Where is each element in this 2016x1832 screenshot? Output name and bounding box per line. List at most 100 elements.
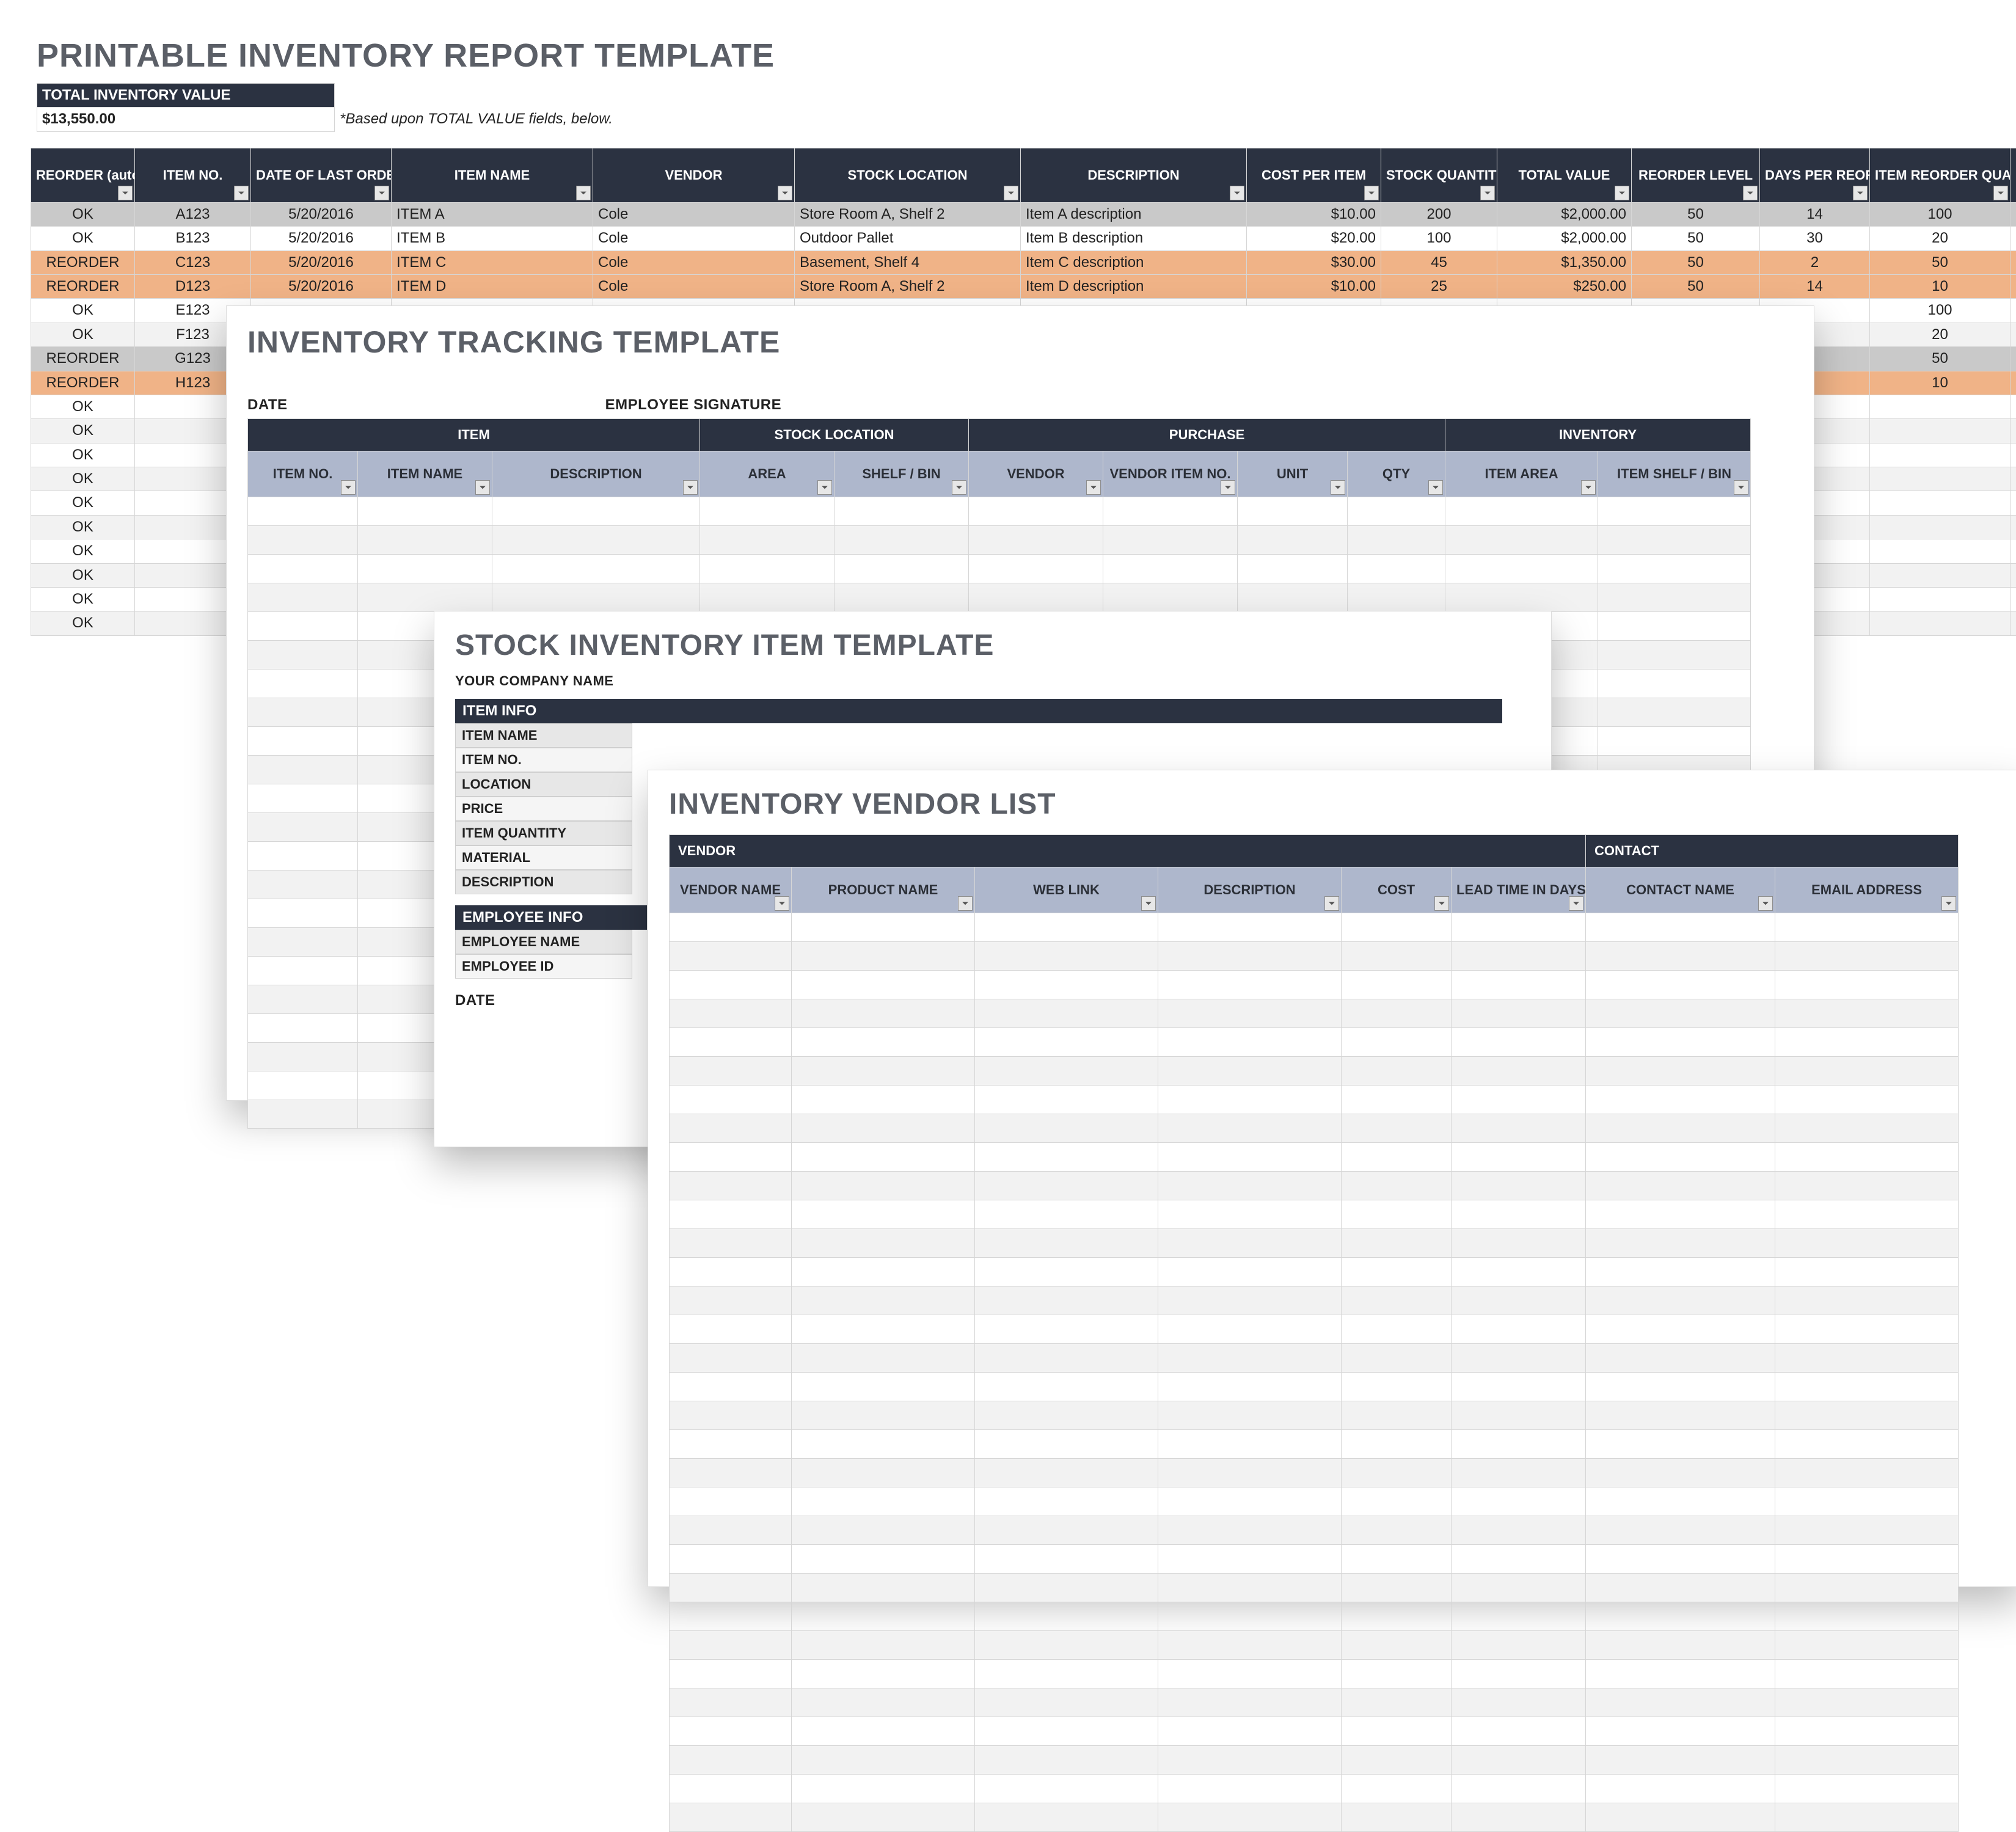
filter-dropdown-icon[interactable]	[475, 480, 490, 495]
table-row[interactable]	[670, 1401, 1959, 1430]
filter-dropdown-icon[interactable]	[1428, 480, 1443, 495]
filter-dropdown-icon[interactable]	[1569, 896, 1583, 911]
filter-dropdown-icon[interactable]	[1581, 480, 1596, 495]
table-row[interactable]	[670, 1459, 1959, 1487]
table-row[interactable]	[670, 1574, 1959, 1602]
filter-dropdown-icon[interactable]	[952, 480, 966, 495]
filter-dropdown-icon[interactable]	[683, 480, 698, 495]
filter-dropdown-icon[interactable]	[1230, 186, 1244, 200]
report-col-11[interactable]: DAYS PER REORDER	[1760, 148, 1870, 202]
filter-dropdown-icon[interactable]	[817, 480, 832, 495]
report-col-8[interactable]: STOCK QUANTITY	[1381, 148, 1497, 202]
filter-dropdown-icon[interactable]	[778, 186, 792, 200]
table-row[interactable]	[670, 1028, 1959, 1057]
filter-dropdown-icon[interactable]	[1615, 186, 1629, 200]
filter-dropdown-icon[interactable]	[1758, 896, 1773, 911]
filter-dropdown-icon[interactable]	[1221, 480, 1235, 495]
report-col-3[interactable]: ITEM NAME	[392, 148, 593, 202]
table-row[interactable]	[248, 555, 1751, 583]
table-row[interactable]	[670, 942, 1959, 971]
filter-dropdown-icon[interactable]	[1364, 186, 1379, 200]
table-row[interactable]	[670, 1286, 1959, 1315]
table-row[interactable]: REORDERC1235/20/2016ITEM CColeBasement, …	[31, 250, 2016, 274]
table-row[interactable]	[670, 1775, 1959, 1803]
table-row[interactable]	[670, 1717, 1959, 1746]
report-col-1[interactable]: ITEM NO.	[135, 148, 251, 202]
table-row[interactable]	[670, 999, 1959, 1028]
table-row[interactable]	[670, 971, 1959, 999]
report-col-10[interactable]: REORDER LEVEL	[1632, 148, 1760, 202]
table-row[interactable]	[670, 1660, 1959, 1688]
tracking-col-3[interactable]: AREA	[700, 451, 835, 497]
filter-dropdown-icon[interactable]	[374, 186, 389, 200]
filter-dropdown-icon[interactable]	[958, 896, 973, 911]
filter-dropdown-icon[interactable]	[234, 186, 249, 200]
table-row[interactable]	[248, 526, 1751, 555]
table-row[interactable]	[670, 1430, 1959, 1459]
vendor-col-7[interactable]: EMAIL ADDRESS	[1775, 867, 1959, 913]
filter-dropdown-icon[interactable]	[1434, 896, 1449, 911]
tracking-col-8[interactable]: QTY	[1348, 451, 1445, 497]
filter-dropdown-icon[interactable]	[1141, 896, 1156, 911]
vendor-col-5[interactable]: LEAD TIME IN DAYS	[1452, 867, 1586, 913]
vendor-col-1[interactable]: PRODUCT NAME	[792, 867, 975, 913]
table-row[interactable]	[670, 1688, 1959, 1717]
vendor-col-2[interactable]: WEB LINK	[975, 867, 1158, 913]
table-row[interactable]: REORDERD1235/20/2016ITEM DColeStore Room…	[31, 274, 2016, 298]
report-col-12[interactable]: ITEM REORDER QUANTITY	[1870, 148, 2011, 202]
filter-dropdown-icon[interactable]	[576, 186, 591, 200]
table-row[interactable]	[670, 1344, 1959, 1373]
table-row[interactable]: OKB1235/20/2016ITEM BColeOutdoor PalletI…	[31, 227, 2016, 250]
table-row[interactable]	[670, 1229, 1959, 1258]
filter-dropdown-icon[interactable]	[118, 186, 133, 200]
table-row[interactable]	[670, 1746, 1959, 1775]
report-col-6[interactable]: DESCRIPTION	[1021, 148, 1247, 202]
report-col-9[interactable]: TOTAL VALUE	[1497, 148, 1632, 202]
tracking-col-1[interactable]: ITEM NAME	[358, 451, 492, 497]
filter-dropdown-icon[interactable]	[1853, 186, 1868, 200]
table-row[interactable]	[248, 497, 1751, 526]
table-row[interactable]	[248, 583, 1751, 612]
vendor-col-0[interactable]: VENDOR NAME	[670, 867, 792, 913]
tracking-col-9[interactable]: ITEM AREA	[1445, 451, 1598, 497]
table-row[interactable]	[670, 913, 1959, 942]
table-row[interactable]	[670, 1545, 1959, 1574]
table-row[interactable]	[670, 1631, 1959, 1660]
filter-dropdown-icon[interactable]	[1734, 480, 1748, 495]
tracking-col-10[interactable]: ITEM SHELF / BIN	[1598, 451, 1751, 497]
table-row[interactable]	[670, 1315, 1959, 1344]
table-row[interactable]	[670, 1114, 1959, 1143]
report-col-7[interactable]: COST PER ITEM	[1247, 148, 1381, 202]
filter-dropdown-icon[interactable]	[1324, 896, 1339, 911]
table-row[interactable]	[670, 1258, 1959, 1286]
report-col-5[interactable]: STOCK LOCATION	[795, 148, 1021, 202]
tracking-col-6[interactable]: VENDOR ITEM NO.	[1103, 451, 1238, 497]
table-row[interactable]	[670, 1172, 1959, 1200]
filter-dropdown-icon[interactable]	[1941, 896, 1956, 911]
filter-dropdown-icon[interactable]	[1480, 186, 1495, 200]
filter-dropdown-icon[interactable]	[1743, 186, 1758, 200]
filter-dropdown-icon[interactable]	[1331, 480, 1345, 495]
tracking-col-2[interactable]: DESCRIPTION	[492, 451, 700, 497]
tracking-col-5[interactable]: VENDOR	[969, 451, 1103, 497]
filter-dropdown-icon[interactable]	[341, 480, 356, 495]
filter-dropdown-icon[interactable]	[1004, 186, 1018, 200]
table-row[interactable]	[670, 1803, 1959, 1832]
filter-dropdown-icon[interactable]	[1993, 186, 2008, 200]
filter-dropdown-icon[interactable]	[1086, 480, 1101, 495]
table-row[interactable]: OKA1235/20/2016ITEM AColeStore Room A, S…	[31, 202, 2016, 226]
table-row[interactable]	[670, 1487, 1959, 1516]
filter-dropdown-icon[interactable]	[775, 896, 789, 911]
table-row[interactable]	[670, 1373, 1959, 1401]
table-row[interactable]	[670, 1516, 1959, 1545]
report-col-4[interactable]: VENDOR	[593, 148, 795, 202]
vendor-col-3[interactable]: DESCRIPTION	[1158, 867, 1342, 913]
table-row[interactable]	[670, 1200, 1959, 1229]
report-col-0[interactable]: REORDER (auto-fill)	[31, 148, 135, 202]
table-row[interactable]	[670, 1086, 1959, 1114]
table-row[interactable]	[670, 1057, 1959, 1086]
report-col-13[interactable]: ITEM	[2011, 148, 2016, 202]
vendor-col-4[interactable]: COST	[1342, 867, 1452, 913]
table-row[interactable]	[670, 1143, 1959, 1172]
table-row[interactable]	[670, 1602, 1959, 1631]
